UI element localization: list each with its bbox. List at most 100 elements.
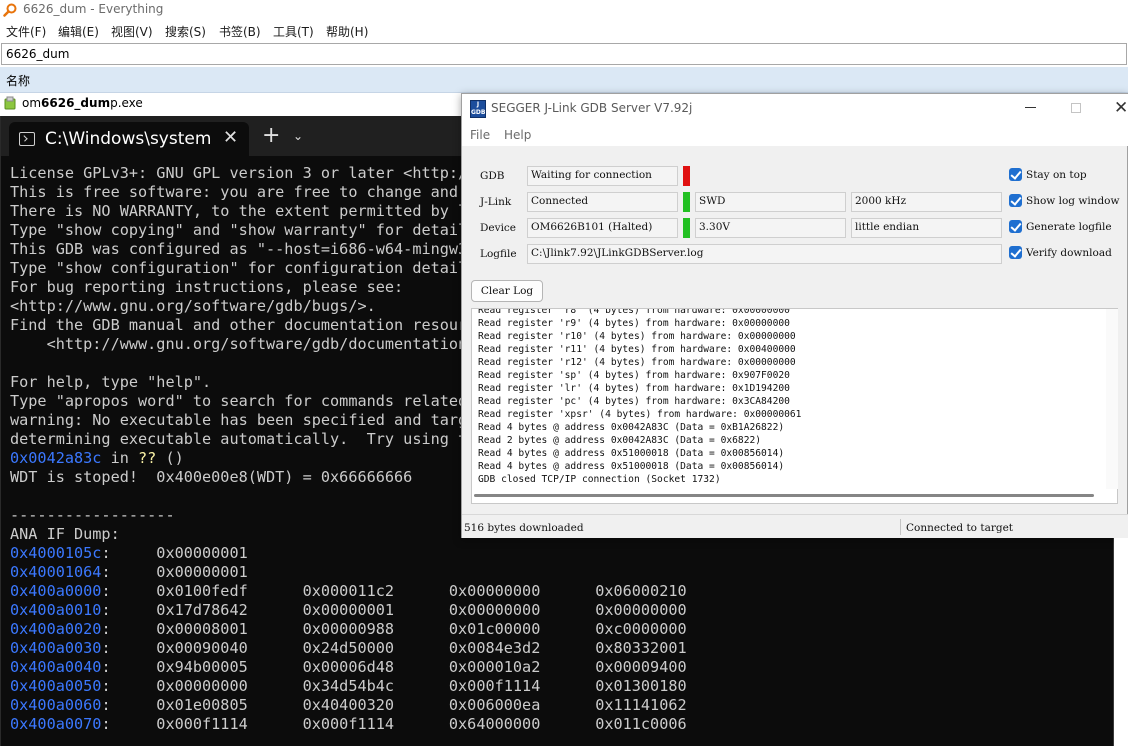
terminal-text-segment: ?? bbox=[138, 449, 157, 467]
show-log-window-checkbox[interactable] bbox=[1009, 194, 1022, 207]
jlink-speed-field: 2000 kHz bbox=[851, 192, 1002, 212]
log-horizontal-scrollbar[interactable] bbox=[474, 494, 1094, 497]
stay-on-top-checkbox[interactable] bbox=[1009, 168, 1022, 181]
terminal-text-segment: () bbox=[156, 449, 184, 467]
menu-search[interactable]: 搜索(S) bbox=[165, 23, 206, 40]
menu-tools[interactable]: 工具(T) bbox=[273, 23, 314, 40]
terminal-text-segment: : 0x94b00005 0x00006d48 0x000010a2 0x000… bbox=[101, 658, 687, 676]
log-line: Read register 'lr' (4 bytes) from hardwa… bbox=[478, 383, 790, 394]
show-log-window-label[interactable]: Show log window bbox=[1026, 195, 1119, 207]
column-header-label: 名称 bbox=[6, 74, 31, 88]
terminal-text-segment: Type "show configuration" for configurat… bbox=[10, 259, 486, 277]
terminal-line: 0x400a0050: 0x00000000 0x34d54b4c 0x000f… bbox=[10, 677, 1110, 696]
terminal-tab-title: C:\Windows\system32\cmd.exe bbox=[45, 129, 211, 149]
terminal-line: 0x400a0020: 0x00008001 0x00000988 0x01c0… bbox=[10, 620, 1110, 639]
device-endian-field: little endian bbox=[851, 218, 1002, 238]
gdb-status-field: Waiting for connection bbox=[527, 166, 678, 186]
terminal-text-segment: For help, type "help". bbox=[10, 373, 212, 391]
log-line: Read 2 bytes @ address 0x0042A83C (Data … bbox=[478, 435, 762, 446]
device-status-indicator bbox=[683, 218, 690, 238]
terminal-text-segment: ANA IF Dump: bbox=[10, 525, 120, 543]
device-voltage-field: 3.30V bbox=[695, 218, 846, 238]
close-icon[interactable]: ✕ bbox=[1114, 98, 1128, 118]
download-status: 516 bytes downloaded bbox=[464, 522, 584, 534]
verify-download-checkbox[interactable] bbox=[1009, 246, 1022, 259]
jlink-logo-icon: J GDB bbox=[470, 100, 486, 118]
device-status-field: OM6626B101 (Halted) bbox=[527, 218, 678, 238]
terminal-text-segment: <http://www.gnu.org/software/gdb/documen… bbox=[10, 335, 495, 353]
logfile-path-field: C:\Jlink7.92\JLinkGDBServer.log bbox=[527, 244, 1002, 264]
terminal-text-segment: 0x400a0030 bbox=[10, 639, 102, 657]
menu-view[interactable]: 视图(V) bbox=[111, 23, 153, 40]
log-text: Read register 'r8' (4 bytes) from hardwa… bbox=[478, 308, 801, 486]
terminal-line: 0x4000105c: 0x00000001 bbox=[10, 544, 1110, 563]
log-line: Read register 'r11' (4 bytes) from hardw… bbox=[478, 344, 796, 355]
maximize-icon[interactable] bbox=[1071, 103, 1081, 113]
menu-help[interactable]: Help bbox=[504, 128, 531, 142]
terminal-text-segment: For bug reporting instructions, please s… bbox=[10, 278, 404, 296]
generate-logfile-label[interactable]: Generate logfile bbox=[1026, 221, 1112, 233]
generate-logfile-checkbox[interactable] bbox=[1009, 220, 1022, 233]
terminal-text-segment: 0x400a0060 bbox=[10, 696, 102, 714]
terminal-line: 0x400a0070: 0x000f1114 0x000f1114 0x6400… bbox=[10, 715, 1110, 734]
terminal-text-segment: : 0x01e00805 0x40400320 0x006000ea 0x111… bbox=[101, 696, 687, 714]
terminal-line: 0x400a0010: 0x17d78642 0x00000001 0x0000… bbox=[10, 601, 1110, 620]
statusbar-divider bbox=[900, 519, 901, 535]
log-window[interactable]: Read register 'r8' (4 bytes) from hardwa… bbox=[471, 308, 1118, 504]
terminal-text-segment: 0x400a0010 bbox=[10, 601, 102, 619]
device-label: Device bbox=[480, 222, 517, 234]
everything-title: 6626_dum - Everything bbox=[23, 2, 164, 16]
magnifier-icon bbox=[3, 3, 17, 17]
terminal-text-segment: : 0x000f1114 0x000f1114 0x64000000 0x011… bbox=[101, 715, 687, 733]
terminal-text-segment: ------------------ bbox=[10, 506, 175, 524]
column-header-name[interactable]: 名称 bbox=[0, 67, 1128, 93]
terminal-line: 0x400a0040: 0x94b00005 0x00006d48 0x0000… bbox=[10, 658, 1110, 677]
terminal-text-segment: in bbox=[101, 449, 139, 467]
terminal-text-segment: : 0x0100fedf 0x000011c2 0x00000000 0x060… bbox=[101, 582, 687, 600]
terminal-text-segment: 0x400a0050 bbox=[10, 677, 102, 695]
log-line: Read 4 bytes @ address 0x51000018 (Data … bbox=[478, 461, 785, 472]
result-row[interactable]: om6626_dump.exe bbox=[0, 93, 470, 113]
plus-icon[interactable]: + bbox=[262, 125, 280, 147]
connection-status: Connected to target bbox=[906, 522, 1013, 534]
terminal-text-segment: There is NO WARRANTY, to the extent perm… bbox=[10, 202, 495, 220]
executable-icon bbox=[4, 96, 16, 110]
log-vertical-scrollbar[interactable] bbox=[1106, 309, 1118, 489]
terminal-text-segment: 0x40001064 bbox=[10, 563, 102, 581]
logfile-label: Logfile bbox=[480, 248, 517, 260]
gdb-status-indicator bbox=[683, 166, 690, 186]
terminal-line: 0x400a0000: 0x0100fedf 0x000011c2 0x0000… bbox=[10, 582, 1110, 601]
terminal-text-segment: Type "show copying" and "show warranty" … bbox=[10, 221, 486, 239]
terminal-text-segment: 0x400a0070 bbox=[10, 715, 102, 733]
stay-on-top-label[interactable]: Stay on top bbox=[1026, 169, 1087, 181]
terminal-tab[interactable]: C:\Windows\system32\cmd.exe ✕ bbox=[9, 122, 249, 156]
terminal-line: 0x40001064: 0x00000001 bbox=[10, 563, 1110, 582]
log-line: Read register 'sp' (4 bytes) from hardwa… bbox=[478, 370, 790, 381]
terminal-line: 0x400a0060: 0x01e00805 0x40400320 0x0060… bbox=[10, 696, 1110, 715]
terminal-icon bbox=[19, 132, 35, 146]
jlink-label: J-Link bbox=[480, 196, 512, 208]
menu-file[interactable]: File bbox=[470, 128, 490, 142]
desktop-edge bbox=[1114, 538, 1128, 746]
log-line: GDB closed TCP/IP connection (Socket 173… bbox=[478, 474, 721, 485]
menu-file[interactable]: 文件(F) bbox=[6, 23, 46, 40]
clear-log-button[interactable]: Clear Log bbox=[471, 280, 543, 302]
search-input[interactable] bbox=[1, 43, 1127, 65]
gdb-label: GDB bbox=[480, 170, 505, 182]
result-filename: om6626_dump.exe bbox=[22, 96, 143, 110]
terminal-text-segment: <http://www.gnu.org/software/gdb/bugs/>. bbox=[10, 297, 376, 315]
log-line: Read register 'r8' (4 bytes) from hardwa… bbox=[478, 308, 790, 316]
chevron-down-icon[interactable]: ⌄ bbox=[293, 129, 303, 143]
terminal-text-segment: 0x400a0000 bbox=[10, 582, 102, 600]
menu-edit[interactable]: 编辑(E) bbox=[58, 23, 99, 40]
verify-download-label[interactable]: Verify download bbox=[1026, 247, 1112, 259]
minimize-icon[interactable] bbox=[1025, 101, 1037, 113]
terminal-text-segment: : 0x00008001 0x00000988 0x01c00000 0xc00… bbox=[101, 620, 687, 638]
terminal-text-segment: : 0x00000001 bbox=[101, 544, 248, 562]
menu-bookmarks[interactable]: 书签(B) bbox=[219, 23, 261, 40]
close-icon[interactable]: ✕ bbox=[223, 127, 238, 148]
terminal-text-segment: : 0x17d78642 0x00000001 0x00000000 0x000… bbox=[101, 601, 687, 619]
jlink-status-indicator bbox=[683, 192, 690, 212]
menu-help[interactable]: 帮助(H) bbox=[326, 23, 368, 40]
log-line: Read register 'r10' (4 bytes) from hardw… bbox=[478, 331, 796, 342]
